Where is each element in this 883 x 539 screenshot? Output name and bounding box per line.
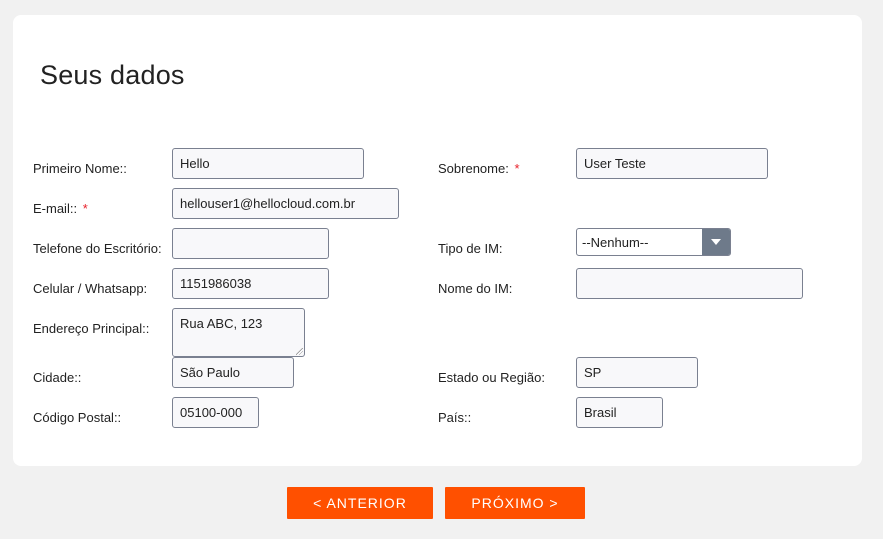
state-field[interactable] (576, 357, 698, 388)
email-label: E-mail:: * (33, 201, 88, 216)
required-asterisk: * (82, 201, 88, 216)
first-name-field[interactable] (172, 148, 364, 179)
address-field[interactable]: Rua ABC, 123 (172, 308, 305, 357)
im-type-selected-value: --Nenhum-- (582, 235, 649, 250)
im-type-select[interactable]: --Nenhum-- (576, 228, 731, 256)
im-name-label: Nome do IM: (438, 281, 513, 296)
mobile-label: Celular / Whatsapp: (33, 281, 148, 296)
im-name-field[interactable] (576, 268, 803, 299)
office-phone-field[interactable] (172, 228, 329, 259)
mobile-field[interactable] (172, 268, 329, 299)
first-name-label: Primeiro Nome:: (33, 161, 127, 176)
next-button[interactable]: PRÓXIMO > (445, 487, 585, 519)
email-field[interactable] (172, 188, 399, 219)
required-asterisk: * (514, 161, 520, 176)
last-name-field[interactable] (576, 148, 768, 179)
last-name-label: Sobrenome: * (438, 161, 520, 176)
country-label: País:: (438, 410, 472, 425)
city-label: Cidade:: (33, 370, 82, 385)
state-label: Estado ou Região: (438, 370, 545, 385)
address-label: Endereço Principal:: (33, 321, 150, 336)
postal-code-label: Código Postal:: (33, 410, 122, 425)
postal-code-field[interactable] (172, 397, 259, 428)
im-type-label: Tipo de IM: (438, 241, 503, 256)
city-field[interactable] (172, 357, 294, 388)
last-name-label-text: Sobrenome: (438, 161, 509, 176)
page-title: Seus dados (40, 60, 185, 90)
chevron-down-icon[interactable] (702, 229, 730, 255)
previous-button[interactable]: < ANTERIOR (287, 487, 433, 519)
country-field[interactable] (576, 397, 663, 428)
office-phone-label: Telefone do Escritório: (33, 241, 162, 256)
email-label-text: E-mail:: (33, 201, 78, 216)
